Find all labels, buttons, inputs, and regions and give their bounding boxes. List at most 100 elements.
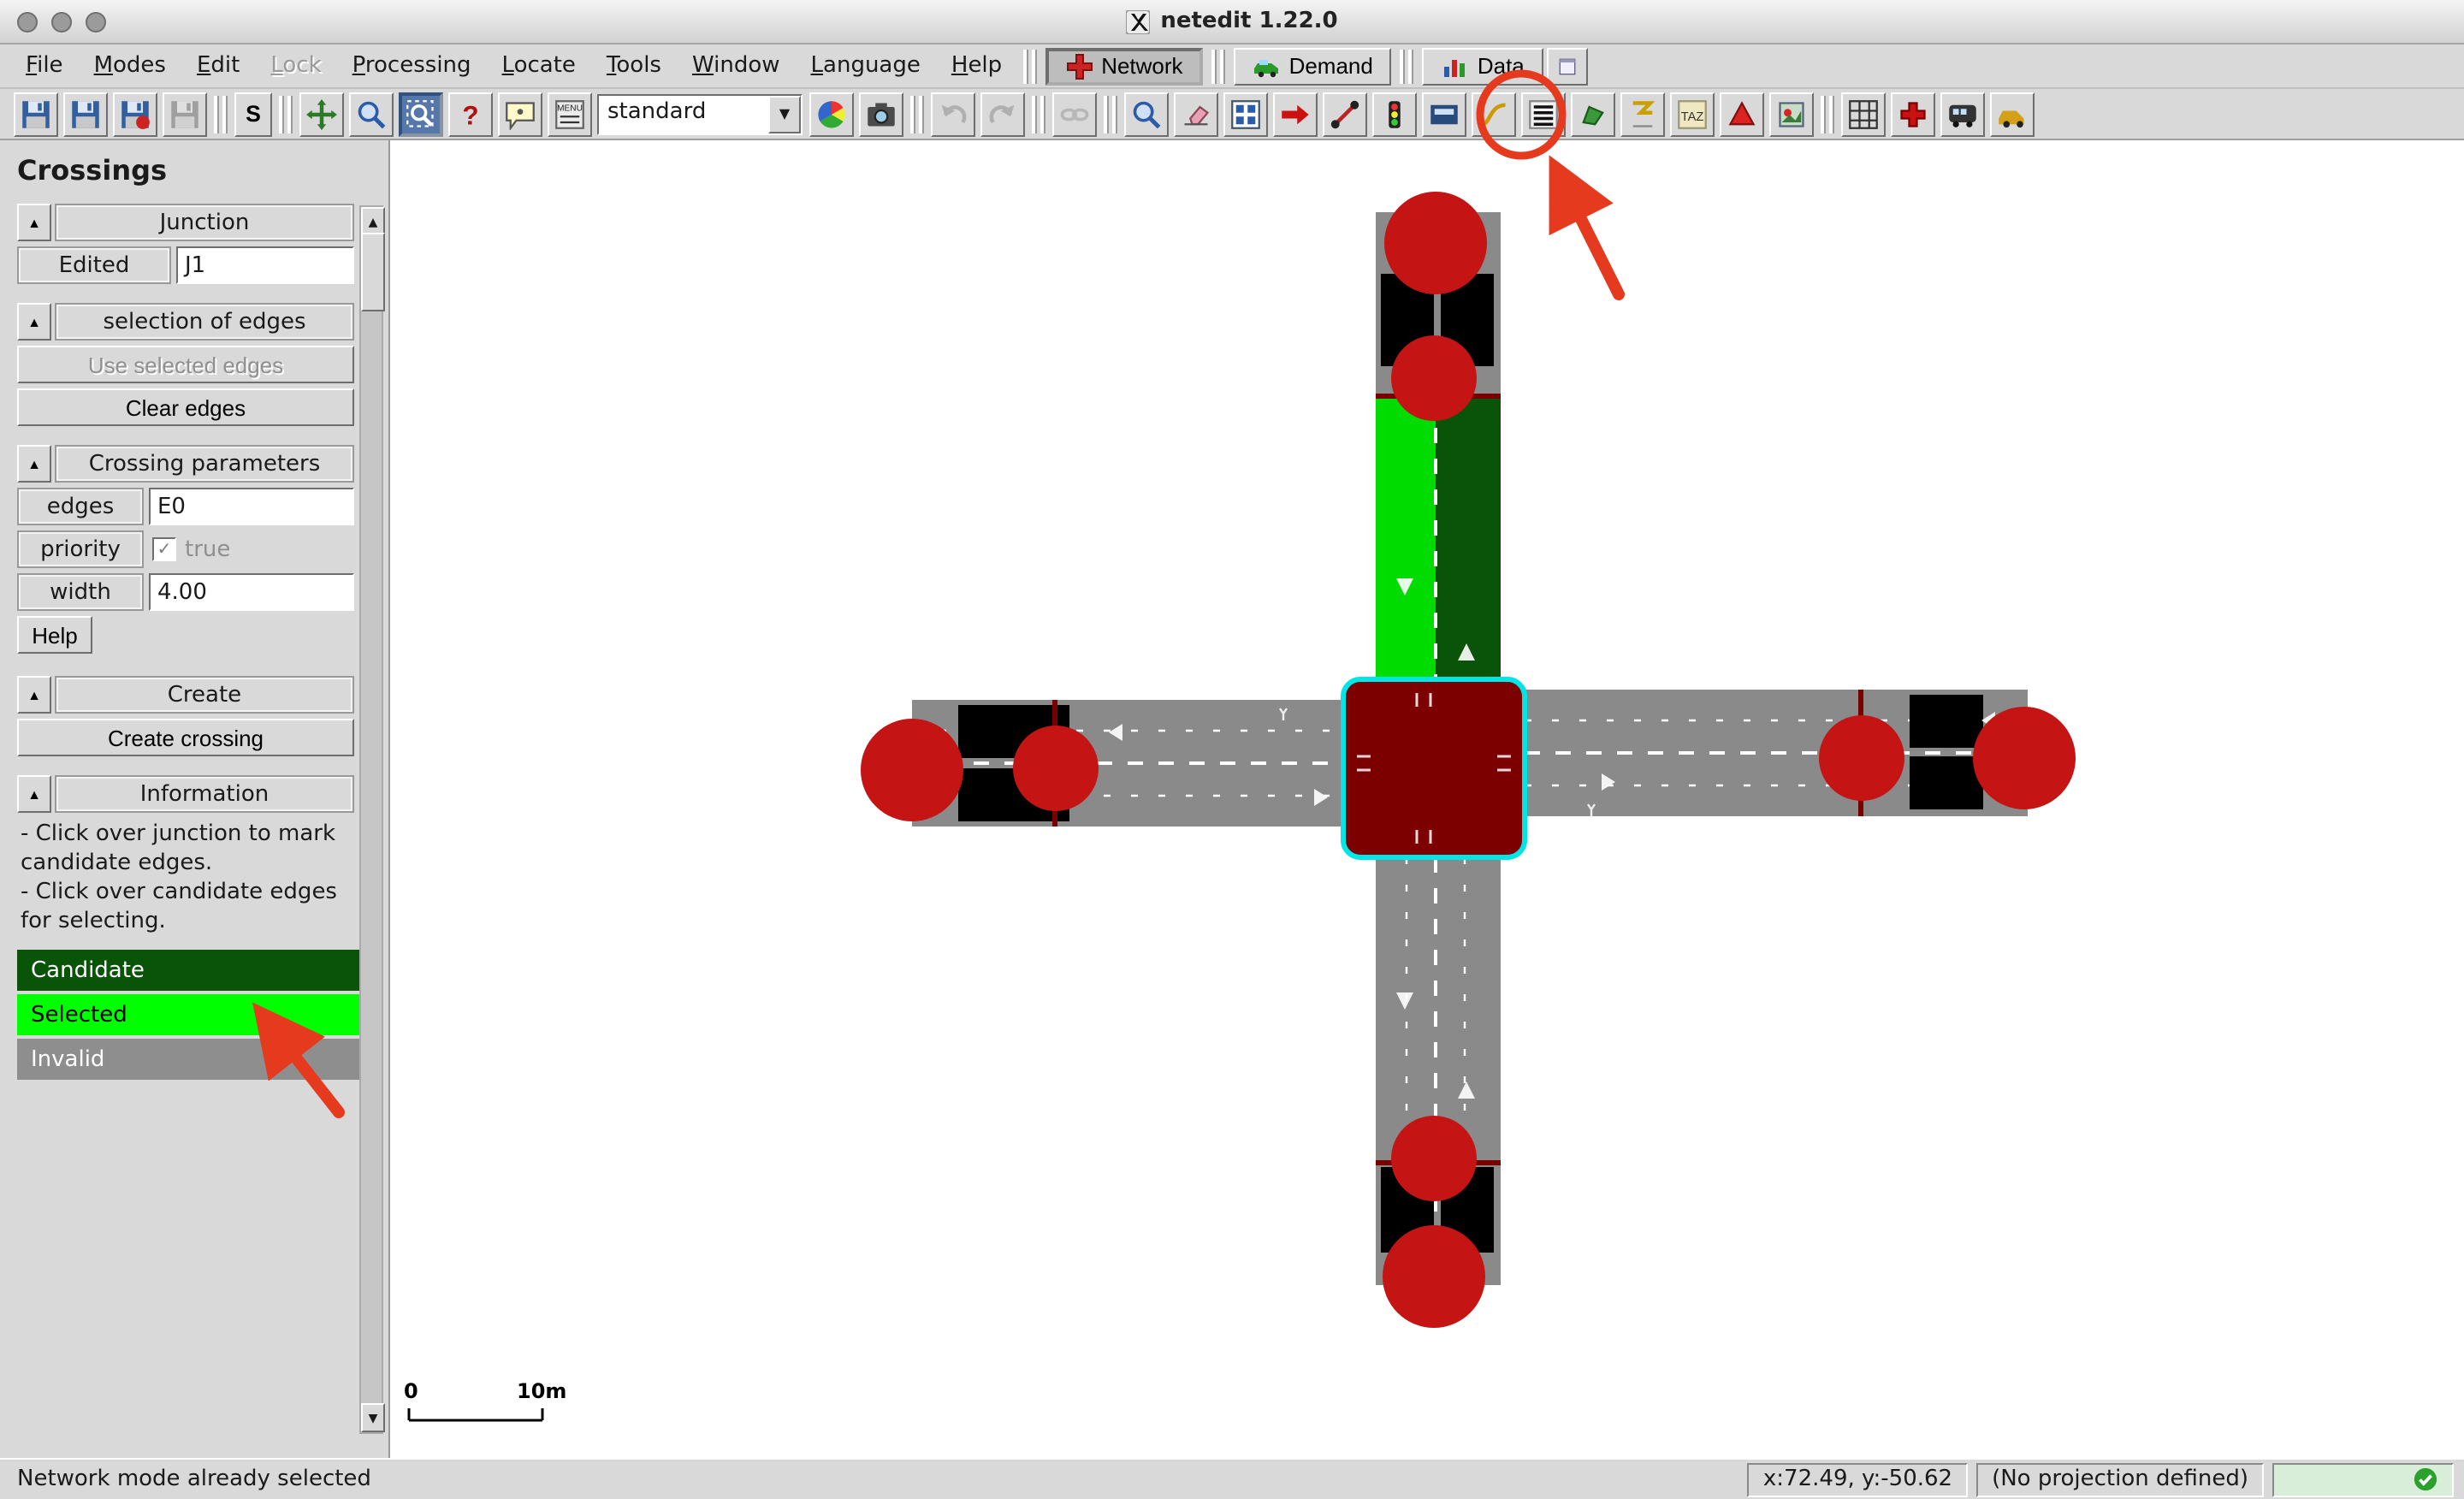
- color-scheme-button[interactable]: [809, 92, 854, 136]
- toolbar-grip[interactable]: [1022, 49, 1036, 83]
- projection-status: (No projection defined): [1976, 1462, 2264, 1496]
- screenshot-button[interactable]: [859, 92, 903, 136]
- menu-processing[interactable]: Processing: [337, 48, 487, 84]
- menu-modes[interactable]: Modes: [79, 48, 181, 84]
- menu-edit[interactable]: Edit: [181, 48, 255, 84]
- supermode-demand-button[interactable]: Demand: [1235, 47, 1392, 85]
- zoom-button[interactable]: [349, 92, 394, 136]
- menu-tools[interactable]: Tools: [591, 48, 677, 84]
- information-text: - Click over junction to mark candidate …: [21, 820, 356, 936]
- priority-checkbox[interactable]: ✓: [152, 537, 176, 561]
- taz-mode-button[interactable]: TAZ: [1670, 92, 1715, 136]
- lane-north-candidate[interactable]: [1436, 397, 1501, 679]
- collapse-parameters-button[interactable]: ▲: [17, 445, 51, 483]
- tooltip-toggle-button[interactable]: [498, 92, 542, 136]
- junction-bubble[interactable]: [861, 719, 963, 821]
- scroll-up-icon[interactable]: ▲: [361, 207, 385, 236]
- combo-dropdown-icon[interactable]: ▼: [768, 95, 801, 133]
- help-frame-button[interactable]: Help: [17, 616, 92, 654]
- supermode-network-label: Network: [1101, 53, 1182, 79]
- menu-file[interactable]: File: [10, 48, 79, 84]
- collapse-edge-selection-button[interactable]: ▲: [17, 303, 51, 341]
- collapse-icon: ▲: [27, 786, 41, 802]
- junction-group-label: Junction: [55, 204, 354, 241]
- window-title-area: netedit 1.22.0: [1126, 9, 1337, 34]
- help-button[interactable]: ?: [448, 92, 493, 136]
- status-message: Network mode already selected: [10, 1466, 371, 1492]
- junction-bubble[interactable]: [1819, 715, 1904, 801]
- frame-title: Crossings: [17, 154, 354, 187]
- edges-input[interactable]: E0: [149, 488, 354, 525]
- save-network-button[interactable]: [63, 92, 108, 136]
- junction-plus-button[interactable]: [1891, 92, 1935, 136]
- network-canvas[interactable]: 0 10m: [390, 140, 2464, 1458]
- netedit-window: netedit 1.22.0 File Modes Edit Lock Proc…: [0, 0, 2464, 1499]
- prohibition-mode-button[interactable]: [1720, 92, 1764, 136]
- lane-north-selected[interactable]: [1376, 397, 1436, 679]
- pan-view-button[interactable]: [299, 92, 344, 136]
- grid-toggle-button[interactable]: [1841, 92, 1886, 136]
- menu-help[interactable]: Help: [936, 48, 1017, 84]
- create-crossing-button[interactable]: Create crossing: [17, 719, 354, 756]
- scrollbar-thumb[interactable]: [361, 233, 385, 311]
- junction-bubble[interactable]: [1013, 726, 1099, 811]
- minimize-window-button[interactable]: [51, 11, 72, 32]
- edited-junction-value: J1: [176, 246, 354, 284]
- red-triangle-icon: [1727, 98, 1757, 129]
- menu-lock: Lock: [255, 48, 336, 84]
- scroll-down-icon[interactable]: ▼: [361, 1403, 385, 1432]
- menu-language[interactable]: Language: [796, 48, 936, 84]
- junction-bubble[interactable]: [1391, 1116, 1477, 1201]
- clear-edges-button[interactable]: Clear edges: [17, 388, 354, 426]
- vehicle-mode-button[interactable]: [1940, 92, 1985, 136]
- junction-bubble[interactable]: [1384, 192, 1487, 294]
- wire-mode-button[interactable]: [1620, 92, 1665, 136]
- sidebar-scrollbar[interactable]: ▲ ▼: [359, 205, 383, 1434]
- network-view[interactable]: 0 10m: [390, 140, 2464, 1458]
- undo-button: [931, 92, 975, 136]
- inspect-mode-button[interactable]: [1124, 92, 1169, 136]
- toolbar-grip[interactable]: [1212, 49, 1226, 83]
- crossing-mode-button[interactable]: [1521, 92, 1566, 136]
- scale-value-label: 10m: [517, 1379, 566, 1403]
- move-mode-button[interactable]: [1273, 92, 1318, 136]
- save-additionals-button[interactable]: [113, 92, 157, 136]
- priority-label: priority: [17, 530, 144, 568]
- zoom-region-button[interactable]: [399, 92, 443, 136]
- menu-toggle-button[interactable]: MENU: [548, 92, 592, 136]
- collapse-information-button[interactable]: ▲: [17, 775, 51, 813]
- x11-icon: [1126, 9, 1150, 33]
- floppy-disabled-icon: [169, 98, 200, 129]
- scale-bar: 0 10m: [404, 1379, 566, 1420]
- supermode-data-button[interactable]: Data: [1423, 47, 1543, 85]
- maximize-window-button[interactable]: [86, 11, 106, 32]
- menu-locate[interactable]: Locate: [487, 48, 591, 84]
- toggle-frame-button[interactable]: [1547, 47, 1588, 85]
- save-config-button[interactable]: [14, 92, 58, 136]
- junction-bubble[interactable]: [1391, 335, 1477, 421]
- close-window-button[interactable]: [17, 11, 38, 32]
- car-mode-button[interactable]: [1990, 92, 2035, 136]
- additional-mode-button[interactable]: [1422, 92, 1466, 136]
- collapse-junction-button[interactable]: ▲: [17, 204, 51, 241]
- supermode-network-button[interactable]: Network: [1045, 47, 1203, 85]
- junction-bubble[interactable]: [1383, 1225, 1485, 1328]
- toolbar-separator: [214, 95, 228, 133]
- view-preset-combo[interactable]: standard ▼: [597, 93, 803, 134]
- polygon-icon: [1578, 98, 1608, 129]
- create-edge-mode-button[interactable]: [1323, 92, 1367, 136]
- width-input[interactable]: 4.00: [149, 573, 354, 611]
- toolbar-grip[interactable]: [1401, 49, 1414, 83]
- decal-mode-button[interactable]: [1769, 92, 1814, 136]
- titlebar: netedit 1.22.0: [0, 0, 2464, 44]
- menu-window[interactable]: Window: [677, 48, 796, 84]
- collapse-create-button[interactable]: ▲: [17, 676, 51, 714]
- traffic-light-mode-button[interactable]: [1372, 92, 1417, 136]
- s-mode-button[interactable]: S: [234, 92, 272, 136]
- shape-mode-button[interactable]: [1571, 92, 1615, 136]
- delete-mode-button[interactable]: [1174, 92, 1218, 136]
- junction-bubble[interactable]: [1973, 707, 2076, 809]
- connection-mode-button[interactable]: [1472, 92, 1516, 136]
- select-mode-button[interactable]: [1223, 92, 1268, 136]
- junction-J1[interactable]: [1343, 679, 1525, 857]
